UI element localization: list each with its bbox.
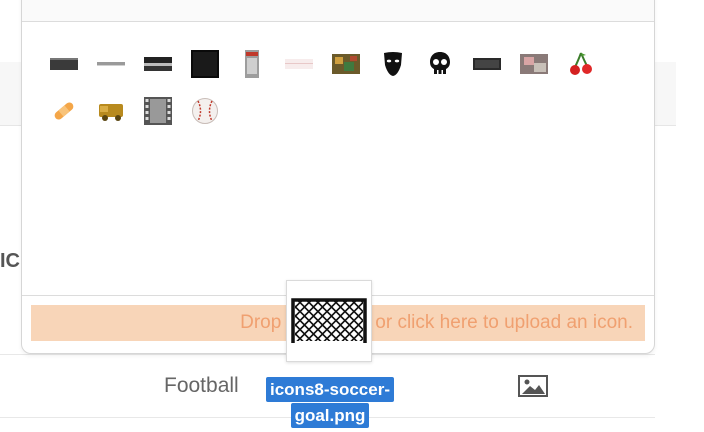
bandage-icon[interactable]: [49, 96, 79, 126]
category-name: Football: [164, 374, 239, 397]
popover-header: [22, 0, 654, 21]
theater-mask-icon[interactable]: [378, 49, 408, 79]
colorful-painting-icon[interactable]: [331, 49, 361, 79]
filename-line: icons8-soccer-: [266, 377, 394, 402]
black-band-icon[interactable]: [143, 49, 173, 79]
pale-strip-icon[interactable]: [284, 49, 314, 79]
page: IC Football Drop a file here or click he…: [0, 0, 704, 432]
drag-thumbnail: [286, 280, 372, 362]
soccer-goal-icon: [291, 298, 367, 343]
skull-icon[interactable]: [425, 49, 455, 79]
baseball-icon[interactable]: [190, 96, 220, 126]
section-heading: IC: [0, 250, 20, 272]
divider: [22, 21, 654, 22]
grey-phone-icon[interactable]: [237, 49, 267, 79]
pinkish-photo-icon[interactable]: [519, 49, 549, 79]
golden-truck-icon[interactable]: [96, 96, 126, 126]
black-square-icon[interactable]: [190, 49, 220, 79]
dark-bar-icon[interactable]: [49, 49, 79, 79]
filename-line: goal.png: [290, 403, 370, 428]
cherries-icon[interactable]: [566, 49, 596, 79]
dark-rectangle-icon[interactable]: [472, 49, 502, 79]
drag-filename: icons8-soccer- goal.png: [256, 377, 404, 428]
image-icon[interactable]: [518, 375, 548, 397]
film-strip-icon[interactable]: [143, 96, 173, 126]
thin-line-icon[interactable]: [96, 49, 126, 79]
